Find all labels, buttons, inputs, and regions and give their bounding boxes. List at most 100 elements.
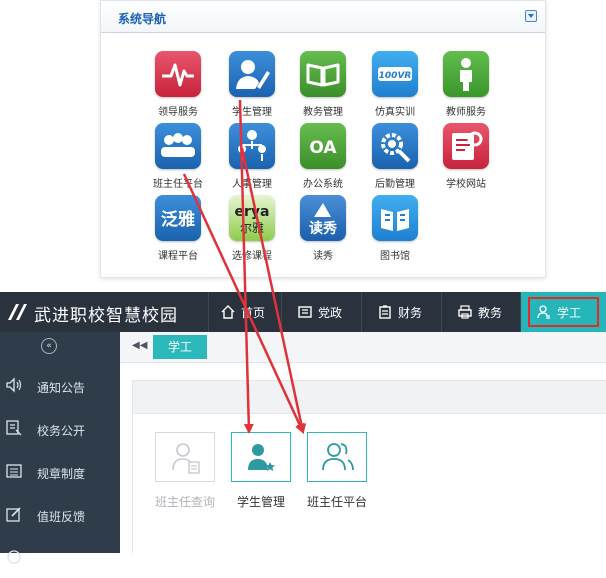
doc-list-icon bbox=[6, 420, 22, 436]
list-icon bbox=[6, 464, 22, 478]
library-icon bbox=[372, 195, 418, 241]
app-label: 选修课程 bbox=[232, 251, 272, 262]
app-label: 领导服务 bbox=[158, 107, 198, 118]
breadcrumb-tab-student-affairs[interactable]: 学工 bbox=[153, 335, 207, 359]
module-panel: 班主任查询 学生管理 班主任平台 bbox=[132, 414, 606, 553]
tab-label: 学工 bbox=[557, 306, 582, 320]
tab-party-affairs[interactable]: 党政 bbox=[281, 292, 361, 332]
school-logo-icon bbox=[8, 304, 27, 320]
app-personnel-management[interactable]: 人事管理 bbox=[217, 123, 287, 190]
main-content: ◀◀ 学工 班主任查询 学生管理 班主任平台 bbox=[120, 332, 606, 553]
tab-label: 财务 bbox=[398, 306, 423, 320]
sidebar-item-public-affairs[interactable]: 校务公开 bbox=[0, 409, 120, 449]
user-icon bbox=[537, 305, 550, 319]
app-student-management[interactable]: 学生管理 bbox=[217, 51, 287, 118]
svg-text:泛雅: 泛雅 bbox=[161, 209, 195, 230]
app-label: 图书馆 bbox=[380, 251, 410, 262]
users-icon bbox=[307, 432, 367, 482]
app-label: 教师服务 bbox=[446, 107, 486, 118]
speaker-icon bbox=[6, 377, 22, 393]
people-org-icon bbox=[229, 123, 275, 169]
back-arrow-button[interactable]: ◀◀ bbox=[132, 340, 147, 351]
menu-icon bbox=[7, 550, 21, 564]
user-star-icon bbox=[231, 432, 291, 482]
app-label: 班主任平台 bbox=[153, 179, 203, 190]
system-nav-header: 系统导航 bbox=[101, 1, 545, 33]
app-label: 教务管理 bbox=[303, 107, 343, 118]
erya-icon: erya 尔雅 bbox=[229, 195, 275, 241]
app-elective-courses[interactable]: erya 尔雅 选修课程 bbox=[217, 195, 287, 262]
tile-head-teacher-query[interactable]: 班主任查询 bbox=[145, 432, 225, 510]
sidebar-item-notices[interactable]: 通知公告 bbox=[0, 366, 120, 406]
system-nav-title: 系统导航 bbox=[118, 12, 167, 26]
edit-icon bbox=[6, 507, 21, 522]
app-library[interactable]: 图书馆 bbox=[360, 195, 430, 262]
app-label: 仿真实训 bbox=[375, 107, 415, 118]
open-book-icon bbox=[300, 51, 346, 97]
system-nav-panel: 系统导航 领导服务 学生管理 教务管理 100VR 仿真实训 教师服务 班主任平… bbox=[100, 0, 546, 278]
svg-text:读秀: 读秀 bbox=[309, 220, 338, 237]
fanya-icon: 泛雅 bbox=[155, 195, 201, 241]
tile-label: 班主任查询 bbox=[154, 495, 215, 509]
vr-icon: 100VR bbox=[372, 51, 418, 97]
app-head-teacher-platform[interactable]: 班主任平台 bbox=[143, 123, 213, 190]
sidebar-item-regulations[interactable]: 规章制度 bbox=[0, 452, 120, 492]
site-title: 武进职校智慧校园 bbox=[34, 306, 178, 326]
app-label: 读秀 bbox=[313, 251, 333, 262]
app-label: 课程平台 bbox=[158, 251, 198, 262]
oa-icon: OA bbox=[300, 123, 346, 169]
tab-finance[interactable]: 财务 bbox=[361, 292, 441, 332]
duxiu-icon: 读秀 bbox=[300, 195, 346, 241]
tab-home[interactable]: 首页 bbox=[208, 292, 281, 332]
gear-search-icon bbox=[372, 123, 418, 169]
printer-icon bbox=[458, 305, 472, 319]
tab-student-affairs[interactable]: 学工 bbox=[520, 292, 606, 332]
app-office-system[interactable]: OA 办公系统 bbox=[288, 123, 358, 190]
app-label: 后勤管理 bbox=[375, 179, 415, 190]
teacher-icon bbox=[443, 51, 489, 97]
panel-header bbox=[132, 380, 606, 414]
app-leader-service[interactable]: 领导服务 bbox=[143, 51, 213, 118]
collapse-icon[interactable] bbox=[525, 10, 537, 22]
sidebar-item-label: 校务公开 bbox=[37, 424, 86, 438]
app-label: 办公系统 bbox=[303, 179, 343, 190]
tab-academic[interactable]: 教务 bbox=[441, 292, 520, 332]
website-icon bbox=[443, 123, 489, 169]
sidebar-collapse-button[interactable]: « bbox=[41, 338, 57, 354]
app-logistics-management[interactable]: 后勤管理 bbox=[360, 123, 430, 190]
tile-student-management[interactable]: 学生管理 bbox=[221, 432, 301, 510]
user-card-icon bbox=[155, 432, 215, 482]
app-school-website[interactable]: 学校网站 bbox=[431, 123, 501, 190]
app-label: 学校网站 bbox=[446, 179, 486, 190]
tile-label: 班主任平台 bbox=[306, 495, 367, 509]
sidebar-item-label: 值班反馈 bbox=[37, 510, 86, 524]
app-label: 人事管理 bbox=[232, 179, 272, 190]
svg-text:100VR: 100VR bbox=[379, 71, 412, 81]
app-teacher-service[interactable]: 教师服务 bbox=[431, 51, 501, 118]
home-icon bbox=[221, 305, 235, 319]
app-duxiu[interactable]: 读秀 读秀 bbox=[288, 195, 358, 262]
sidebar: « 通知公告 校务公开 规章制度 值班反馈 bbox=[0, 332, 120, 564]
heartbeat-icon bbox=[155, 51, 201, 97]
svg-text:OA: OA bbox=[309, 138, 337, 158]
clipboard-icon bbox=[379, 305, 391, 319]
tile-head-teacher-platform[interactable]: 班主任平台 bbox=[297, 432, 377, 510]
sidebar-item-label: 通知公告 bbox=[37, 381, 86, 395]
id-card-icon bbox=[298, 306, 312, 318]
student-pen-icon bbox=[229, 51, 275, 97]
sidebar-item-more[interactable] bbox=[0, 538, 120, 578]
app-label: 学生管理 bbox=[232, 107, 272, 118]
tab-label: 首页 bbox=[241, 306, 266, 320]
svg-text:尔雅: 尔雅 bbox=[240, 220, 264, 235]
sidebar-item-duty-feedback[interactable]: 值班反馈 bbox=[0, 495, 120, 535]
top-navbar: 武进职校智慧校园 首页 党政 财务 教务 学工 bbox=[0, 292, 606, 332]
tab-label: 党政 bbox=[318, 306, 343, 320]
app-course-platform[interactable]: 泛雅 课程平台 bbox=[143, 195, 213, 262]
app-academic-affairs[interactable]: 教务管理 bbox=[288, 51, 358, 118]
app-simulation-training[interactable]: 100VR 仿真实训 bbox=[360, 51, 430, 118]
sidebar-item-label: 规章制度 bbox=[37, 467, 86, 481]
group-icon bbox=[155, 123, 201, 169]
tab-label: 教务 bbox=[478, 306, 503, 320]
tile-label: 学生管理 bbox=[236, 495, 285, 509]
breadcrumb: ◀◀ 学工 bbox=[120, 332, 606, 363]
